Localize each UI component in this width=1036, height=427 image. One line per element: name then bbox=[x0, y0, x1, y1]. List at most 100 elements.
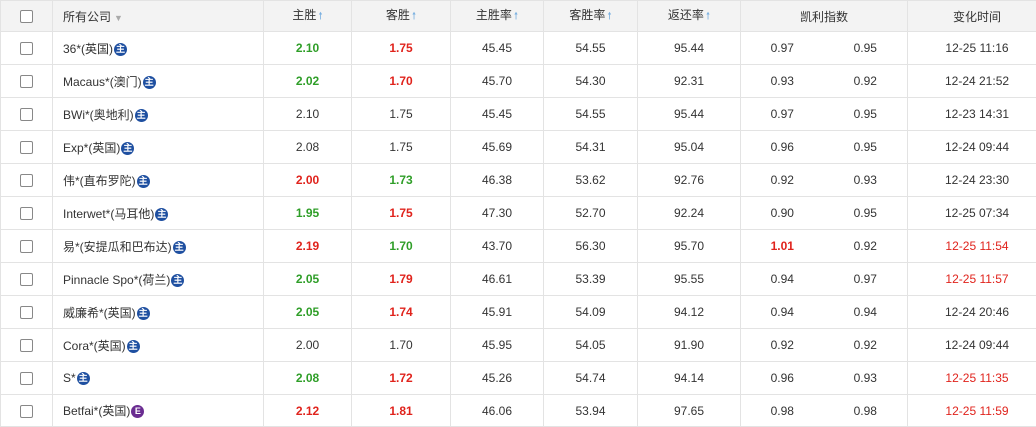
company-name: S* bbox=[63, 370, 76, 385]
home-win-value: 2.00 bbox=[295, 338, 320, 352]
home-win-value: 2.05 bbox=[295, 305, 320, 319]
row-checkbox[interactable] bbox=[20, 174, 33, 188]
company-cell: Macaus*(澳门) 主 bbox=[52, 64, 264, 98]
row-select-cell[interactable] bbox=[0, 295, 53, 329]
kelly-home-value: 0.92 bbox=[770, 173, 794, 187]
away-rate-cell: 54.31 bbox=[543, 130, 638, 164]
company-filter-header[interactable]: 所有公司 ▼ bbox=[52, 0, 264, 32]
home-win-value: 2.00 bbox=[295, 173, 320, 187]
company-cell: 易*(安提瓜和巴布达) 主 bbox=[52, 229, 264, 263]
table-row: S* 主 2.08 1.72 45.26 54.74 94.14 0.96 0.93 12-25 … bbox=[0, 361, 1036, 395]
row-checkbox[interactable] bbox=[20, 108, 33, 122]
table-row: BWi*(奥地利) 主 2.10 1.75 45.45 54.55 95.44 0.97 0.9… bbox=[0, 97, 1036, 131]
row-select-cell[interactable] bbox=[0, 196, 53, 230]
return-rate-cell: 95.44 bbox=[637, 31, 741, 65]
company-cell: Exp*(英国) 主 bbox=[52, 130, 264, 164]
row-select-cell[interactable] bbox=[0, 97, 53, 131]
row-checkbox[interactable] bbox=[20, 141, 33, 155]
table-row: 伟*(直布罗陀) 主 2.00 1.73 46.38 53.62 92.76 0.92 0.93… bbox=[0, 163, 1036, 197]
away-win-value: 1.75 bbox=[389, 206, 413, 220]
kelly-home-cell: 0.96 bbox=[740, 130, 824, 164]
return-rate-header[interactable]: 返还率 🠕 bbox=[637, 0, 741, 32]
away-win-value: 1.73 bbox=[389, 173, 413, 187]
home-win-odds: 2.00 bbox=[263, 163, 352, 197]
home-win-odds: 2.10 bbox=[263, 97, 352, 131]
change-time-value: 12-23 14:31 bbox=[944, 107, 1010, 121]
row-checkbox[interactable] bbox=[20, 75, 33, 89]
change-time-cell: 12-25 11:35 bbox=[907, 361, 1036, 395]
row-select-cell[interactable] bbox=[0, 130, 53, 164]
row-select-cell[interactable] bbox=[0, 328, 53, 362]
table-row: Pinnacle Spo*(荷兰) 主 2.05 1.79 46.61 53.39 95.5… bbox=[0, 262, 1036, 296]
table-row: Cora*(英国) 主 2.00 1.70 45.95 54.05 91.90 0.92 0.9… bbox=[0, 328, 1036, 362]
row-select-cell[interactable] bbox=[0, 64, 53, 98]
home-win-label: 主胜 bbox=[292, 8, 317, 22]
row-select-cell[interactable] bbox=[0, 163, 53, 197]
away-win-odds: 1.70 bbox=[351, 229, 451, 263]
row-checkbox[interactable] bbox=[20, 404, 33, 418]
kelly-home-value: 0.96 bbox=[770, 371, 794, 385]
home-win-value: 2.10 bbox=[295, 107, 320, 121]
company-badge-icon: 主 bbox=[121, 141, 135, 155]
home-rate-cell: 45.91 bbox=[450, 295, 544, 329]
row-checkbox[interactable] bbox=[20, 240, 33, 254]
change-time-cell: 12-24 21:52 bbox=[907, 64, 1036, 98]
chevron-down-icon[interactable]: ▼ bbox=[114, 13, 123, 23]
away-win-header[interactable]: 客胜 🠕 bbox=[351, 0, 451, 32]
table-row: Interwet*(马耳他) 主 1.95 1.75 47.30 52.70 92.24 0.… bbox=[0, 196, 1036, 230]
row-checkbox[interactable] bbox=[20, 42, 33, 56]
sort-arrow-icon[interactable]: 🠕 bbox=[412, 11, 416, 22]
kelly-away-cell: 0.95 bbox=[823, 196, 909, 230]
select-all-cell[interactable] bbox=[0, 0, 53, 32]
change-time-value: 12-25 11:35 bbox=[945, 371, 1009, 385]
away-rate-cell: 54.55 bbox=[543, 31, 638, 65]
home-rate-cell: 46.38 bbox=[450, 163, 544, 197]
kelly-label: 凯利指数 bbox=[800, 9, 849, 24]
return-rate-cell: 94.14 bbox=[637, 361, 741, 395]
company-cell: 36*(英国) 主 bbox=[52, 31, 264, 65]
company-badge-icon: 主 bbox=[172, 240, 186, 254]
change-time-cell: 12-25 11:59 bbox=[907, 394, 1036, 427]
change-time-value: 12-24 21:52 bbox=[944, 74, 1010, 88]
table-row: 威廉希*(英国) 主 2.05 1.74 45.91 54.09 94.12 0.94 0.94… bbox=[0, 295, 1036, 329]
company-cell: Betfai*(英国) E bbox=[52, 394, 264, 427]
company-header-label: 所有公司 bbox=[63, 9, 112, 24]
row-checkbox[interactable] bbox=[20, 207, 33, 221]
away-win-value: 1.75 bbox=[389, 107, 413, 121]
sort-arrow-icon[interactable]: 🠕 bbox=[607, 11, 611, 22]
change-time-value: 12-24 09:44 bbox=[944, 140, 1010, 154]
row-select-cell[interactable] bbox=[0, 31, 53, 65]
return-rate-cell: 97.65 bbox=[637, 394, 741, 427]
row-checkbox[interactable] bbox=[20, 339, 33, 353]
odds-table-body: 36*(英国) 主 2.10 1.75 45.45 54.55 95.44 0.97 0.95 1… bbox=[0, 31, 1036, 427]
company-name: Pinnacle Spo*(荷兰) bbox=[63, 272, 171, 287]
away-win-value: 1.70 bbox=[389, 74, 413, 88]
home-rate-cell: 45.45 bbox=[450, 31, 544, 65]
table-row: 36*(英国) 主 2.10 1.75 45.45 54.55 95.44 0.97 0.95 1… bbox=[0, 31, 1036, 65]
row-select-cell[interactable] bbox=[0, 361, 53, 395]
kelly-home-value: 0.97 bbox=[770, 107, 794, 121]
away-rate-header[interactable]: 客胜率 🠕 bbox=[543, 0, 638, 32]
company-badge-icon: 主 bbox=[171, 273, 185, 287]
sort-arrow-icon[interactable]: 🠕 bbox=[706, 11, 710, 22]
row-checkbox[interactable] bbox=[20, 273, 33, 287]
row-select-cell[interactable] bbox=[0, 229, 53, 263]
row-select-cell[interactable] bbox=[0, 394, 53, 427]
company-cell: Cora*(英国) 主 bbox=[52, 328, 264, 362]
home-win-odds: 2.02 bbox=[263, 64, 352, 98]
home-rate-header[interactable]: 主胜率 🠕 bbox=[450, 0, 544, 32]
row-select-cell[interactable] bbox=[0, 262, 53, 296]
row-checkbox[interactable] bbox=[20, 372, 33, 386]
sort-arrow-icon[interactable]: 🠕 bbox=[514, 11, 518, 22]
kelly-home-cell: 0.98 bbox=[740, 394, 824, 427]
sort-arrow-icon[interactable]: 🠕 bbox=[318, 11, 322, 22]
home-win-header[interactable]: 主胜 🠕 bbox=[263, 0, 352, 32]
company-cell: Interwet*(马耳他) 主 bbox=[52, 196, 264, 230]
company-badge-icon: 主 bbox=[142, 75, 156, 89]
home-rate-cell: 45.26 bbox=[450, 361, 544, 395]
row-checkbox[interactable] bbox=[20, 306, 33, 320]
return-rate-cell: 92.31 bbox=[637, 64, 741, 98]
company-badge-icon: 主 bbox=[114, 42, 128, 56]
select-all-checkbox[interactable] bbox=[20, 10, 33, 24]
away-win-odds: 1.75 bbox=[351, 97, 451, 131]
